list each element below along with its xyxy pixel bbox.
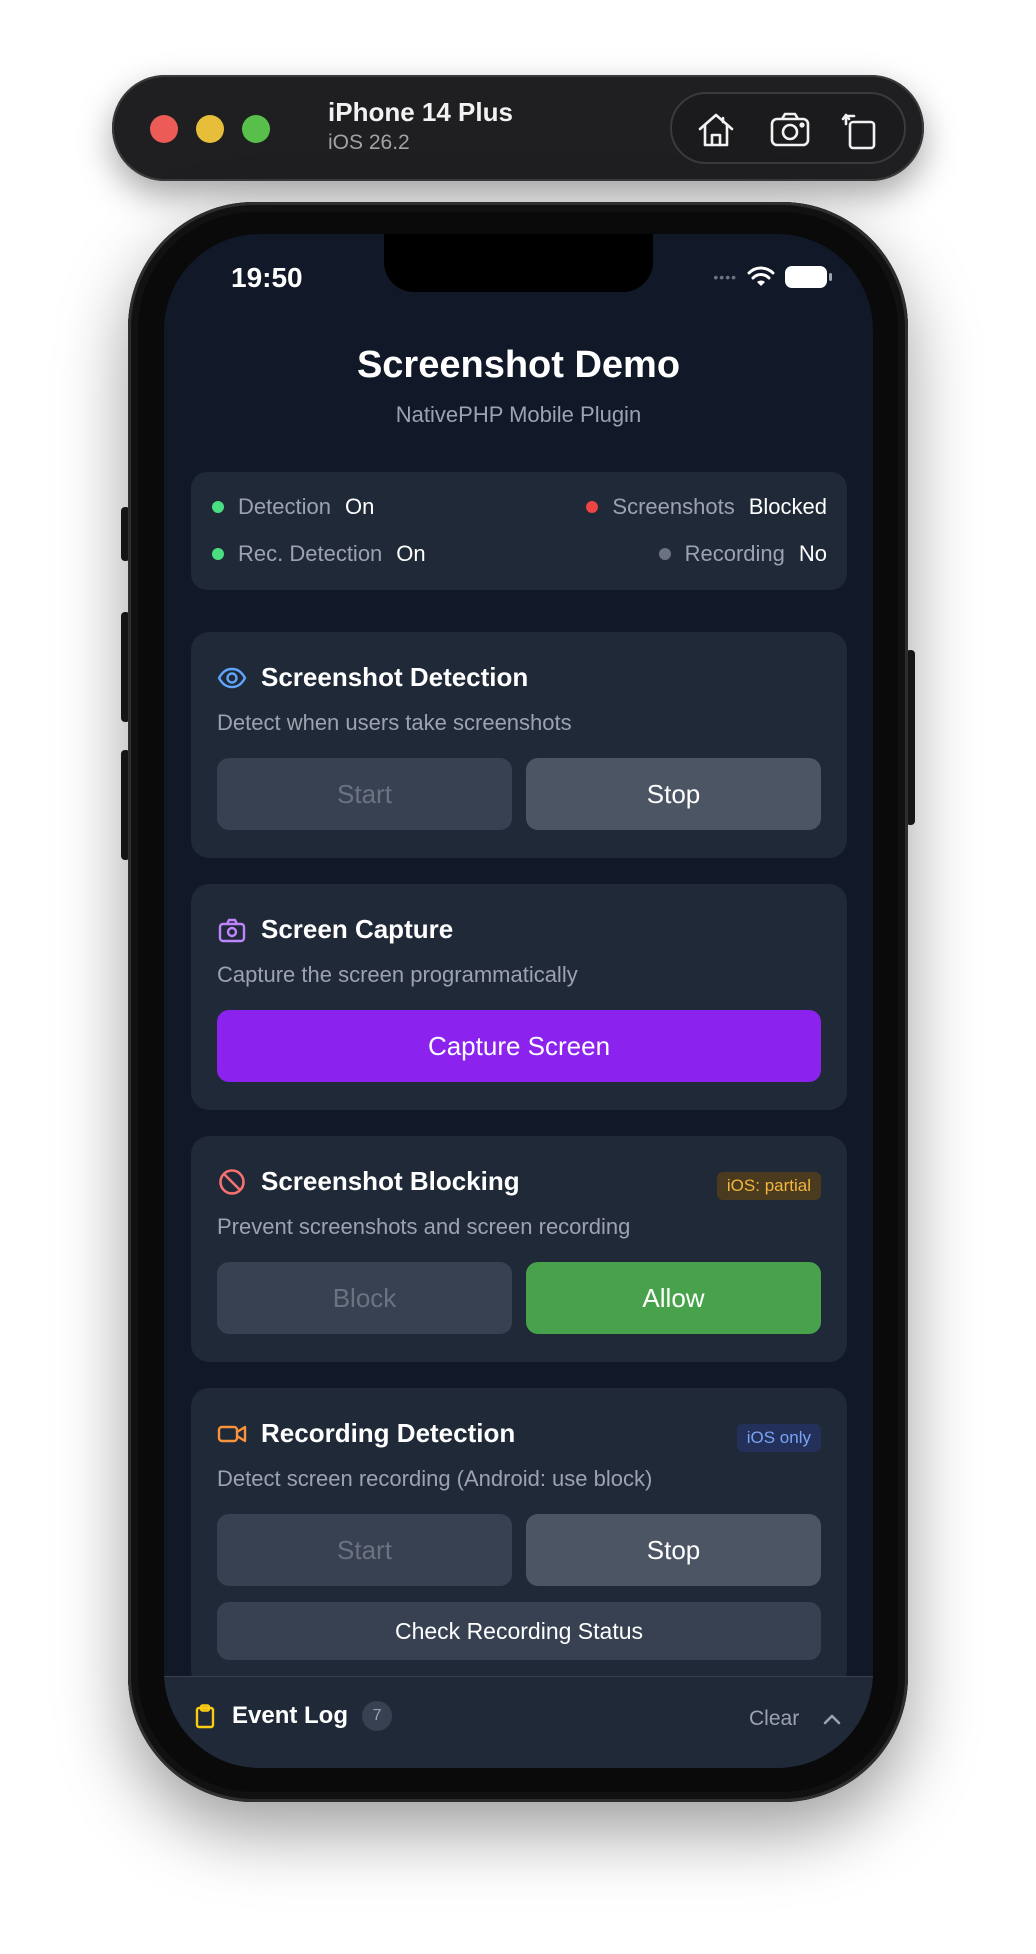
clear-log-button[interactable]: Clear xyxy=(749,1707,799,1731)
page-title: Screenshot Demo xyxy=(356,344,681,386)
card-title: Screenshot Detection xyxy=(261,662,529,692)
card-description: Detect screen recording (Android: use bl… xyxy=(217,1466,653,1491)
event-log-bar[interactable]: Event Log 7 Clear xyxy=(164,1676,873,1768)
stop-detection-button[interactable]: Stop xyxy=(526,758,821,830)
block-button[interactable]: Block xyxy=(217,1262,512,1334)
screenshot-icon[interactable] xyxy=(768,108,812,152)
recording-detection-card: Recording Detection iOS only Detect scre… xyxy=(191,1388,847,1688)
status-dot xyxy=(212,501,224,513)
status-dot xyxy=(586,501,599,513)
capture-screen-button[interactable]: Capture Screen xyxy=(217,1010,821,1082)
status-summary: Detection On Rec. Detection On Screensho… xyxy=(191,472,847,590)
notch xyxy=(384,234,653,292)
status-label: Detection xyxy=(238,494,331,519)
wifi-icon xyxy=(747,266,775,286)
event-log-title: Event Log xyxy=(232,1702,349,1729)
simulator-actions xyxy=(670,92,906,164)
close-window-button[interactable] xyxy=(150,115,178,143)
page-subtitle: NativePHP Mobile Plugin xyxy=(395,402,642,427)
status-label: Screenshots xyxy=(612,494,735,519)
rotate-icon[interactable] xyxy=(838,108,882,152)
clipboard-icon xyxy=(195,1704,215,1729)
card-header: Screen Capture xyxy=(217,914,453,945)
status-indicators: •••• xyxy=(713,264,832,290)
video-icon xyxy=(217,1425,247,1442)
card-description: Prevent screenshots and screen recording xyxy=(217,1214,631,1239)
status-dot xyxy=(212,548,224,560)
simulator-toolbar: iPhone 14 Plus iOS 26.2 xyxy=(112,75,924,181)
ban-icon xyxy=(219,1168,245,1195)
home-icon[interactable] xyxy=(694,108,738,152)
platform-badge: iOS: partial xyxy=(716,1172,821,1200)
screenshot-blocking-card: Screenshot Blocking iOS: partial Prevent… xyxy=(191,1136,847,1362)
start-recording-detection-button[interactable]: Start xyxy=(217,1514,512,1586)
device-screen: 19:50 •••• Screenshot Demo NativePHP Mob… xyxy=(164,234,873,1768)
battery-icon xyxy=(785,266,832,288)
card-header: Recording Detection xyxy=(217,1418,515,1449)
check-recording-status-button[interactable]: Check Recording Status xyxy=(217,1602,821,1660)
card-title: Screen Capture xyxy=(261,914,454,944)
allow-button[interactable]: Allow xyxy=(526,1262,821,1334)
card-title: Recording Detection xyxy=(261,1418,516,1448)
zoom-window-button[interactable] xyxy=(242,115,270,143)
eye-icon xyxy=(217,667,247,688)
start-detection-button[interactable]: Start xyxy=(217,758,512,830)
status-label: Recording xyxy=(684,541,785,566)
screenshot-detection-card: Screenshot Detection Detect when users t… xyxy=(191,632,847,858)
status-value: No xyxy=(798,541,827,566)
event-log-header: Event Log 7 xyxy=(192,1701,393,1731)
card-header: Screenshot Blocking xyxy=(217,1166,520,1197)
screen-capture-card: Screen Capture Capture the screen progra… xyxy=(191,884,847,1110)
status-dot xyxy=(658,548,671,560)
minimize-window-button[interactable] xyxy=(196,115,224,143)
card-header: Screenshot Detection xyxy=(217,662,528,693)
status-value: On xyxy=(344,494,375,519)
card-title: Screenshot Blocking xyxy=(261,1166,520,1196)
status-recording: Recording No xyxy=(658,541,827,567)
stop-recording-detection-button[interactable]: Stop xyxy=(526,1514,821,1586)
card-description: Detect when users take screenshots xyxy=(217,710,572,735)
platform-badge: iOS only xyxy=(736,1424,821,1452)
card-description: Capture the screen programmatically xyxy=(217,962,578,987)
event-count-badge: 7 xyxy=(362,1701,393,1731)
signal-icon: •••• xyxy=(713,269,737,285)
status-rec-detection: Rec. Detection On xyxy=(212,541,426,567)
chevron-up-icon[interactable] xyxy=(820,1707,844,1731)
status-value: On xyxy=(396,541,426,566)
status-screenshots: Screenshots Blocked xyxy=(586,494,827,520)
status-detection: Detection On xyxy=(212,494,374,520)
camera-icon xyxy=(218,918,246,942)
status-value: Blocked xyxy=(748,494,827,519)
status-time: 19:50 xyxy=(231,262,303,293)
os-version: iOS 26.2 xyxy=(328,131,410,154)
status-label: Rec. Detection xyxy=(238,541,383,566)
device-name: iPhone 14 Plus xyxy=(328,97,513,127)
